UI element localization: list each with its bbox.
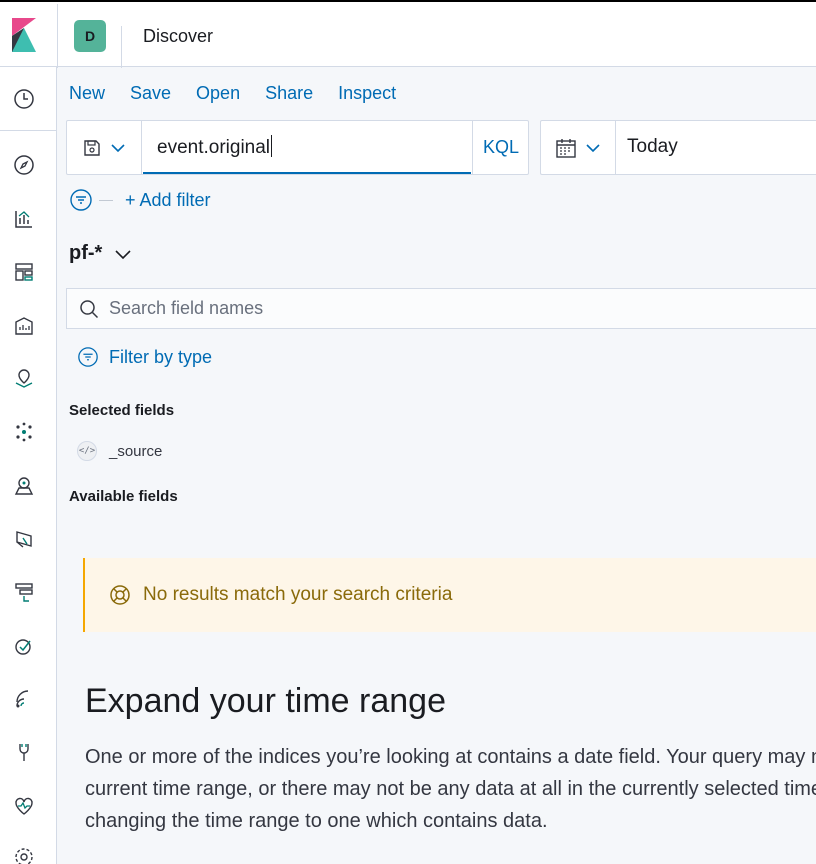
kibana-logo-icon[interactable] bbox=[10, 18, 38, 52]
callout-text: No results match your search criteria bbox=[143, 584, 453, 605]
chevron-down-icon bbox=[111, 143, 125, 152]
header-divider bbox=[121, 26, 122, 68]
filter-bar: + Add filter bbox=[69, 188, 211, 212]
help-lifebuoy-icon bbox=[110, 585, 130, 605]
calendar-icon bbox=[556, 138, 576, 158]
selected-fields-title: Selected fields bbox=[69, 402, 175, 419]
empty-state-line: One or more of the indices you’re lookin… bbox=[85, 746, 816, 768]
index-pattern-switcher[interactable]: pf-* bbox=[69, 242, 132, 265]
code-icon: </> bbox=[77, 441, 97, 461]
logs-icon[interactable] bbox=[12, 527, 36, 551]
ml-icon[interactable] bbox=[12, 420, 36, 444]
query-input[interactable]: event.original bbox=[143, 121, 471, 174]
maps-icon[interactable] bbox=[12, 367, 36, 391]
space-avatar[interactable]: D bbox=[74, 20, 106, 52]
nav-divider bbox=[0, 130, 56, 131]
uptime-icon[interactable] bbox=[12, 634, 36, 658]
add-filter-button[interactable]: + Add filter bbox=[125, 190, 211, 211]
clock-icon[interactable] bbox=[12, 87, 36, 111]
filter-divider bbox=[99, 199, 113, 201]
index-pattern-name: pf-* bbox=[69, 242, 103, 264]
visualize-icon[interactable] bbox=[12, 207, 36, 231]
management-icon[interactable] bbox=[12, 845, 36, 864]
field-search-input[interactable]: Search field names bbox=[66, 288, 816, 329]
field-name: _source bbox=[109, 442, 163, 460]
field-search-placeholder: Search field names bbox=[109, 298, 264, 318]
save-icon bbox=[84, 139, 100, 156]
filter-icon[interactable] bbox=[69, 188, 93, 212]
time-range-value[interactable]: Today bbox=[627, 136, 678, 158]
dev-tools-icon[interactable] bbox=[12, 740, 36, 764]
infra-icon[interactable] bbox=[12, 474, 36, 498]
open-button[interactable]: Open bbox=[196, 83, 240, 104]
query-bar: event.original KQL bbox=[66, 120, 529, 175]
apm-icon[interactable] bbox=[12, 580, 36, 604]
dashboard-icon[interactable] bbox=[12, 260, 36, 284]
query-text: event.original bbox=[157, 137, 271, 158]
canvas-icon[interactable] bbox=[12, 314, 36, 338]
siem-icon[interactable] bbox=[12, 687, 36, 711]
no-results-callout: No results match your search criteria bbox=[83, 558, 816, 632]
inspect-button[interactable]: Inspect bbox=[338, 83, 396, 104]
empty-state-line: current time range, or there may not be … bbox=[85, 778, 816, 800]
side-nav bbox=[0, 67, 57, 864]
empty-state-line: changing the time range to one which con… bbox=[85, 810, 548, 832]
empty-state-title: Expand your time range bbox=[85, 682, 446, 720]
saved-query-button[interactable] bbox=[67, 121, 142, 174]
filter-icon bbox=[78, 347, 98, 367]
top-header: D Discover bbox=[0, 0, 816, 68]
quick-menu-button[interactable] bbox=[541, 121, 616, 174]
filter-by-type-button[interactable]: Filter by type bbox=[77, 346, 212, 368]
monitoring-icon[interactable] bbox=[12, 794, 36, 818]
filter-by-type-label: Filter by type bbox=[109, 346, 213, 367]
search-icon bbox=[80, 299, 99, 318]
chevron-down-icon bbox=[586, 143, 600, 152]
compass-icon[interactable] bbox=[12, 153, 36, 177]
breadcrumb: Discover bbox=[143, 26, 214, 46]
chevron-down-icon bbox=[115, 249, 131, 259]
query-language-toggle[interactable]: KQL bbox=[472, 121, 529, 174]
share-button[interactable]: Share bbox=[265, 83, 313, 104]
field-item-source[interactable]: </> _source bbox=[77, 441, 162, 461]
available-fields-title: Available fields bbox=[69, 488, 178, 505]
new-button[interactable]: New bbox=[69, 83, 105, 104]
time-picker: Today bbox=[540, 120, 816, 175]
text-caret bbox=[271, 135, 273, 157]
header-divider bbox=[57, 4, 58, 68]
discover-main: New Save Open Share Inspect event.origin… bbox=[57, 67, 816, 864]
empty-state-body: One or more of the indices you’re lookin… bbox=[85, 741, 816, 837]
save-button[interactable]: Save bbox=[130, 83, 171, 104]
top-nav-menu: New Save Open Share Inspect bbox=[69, 83, 421, 104]
